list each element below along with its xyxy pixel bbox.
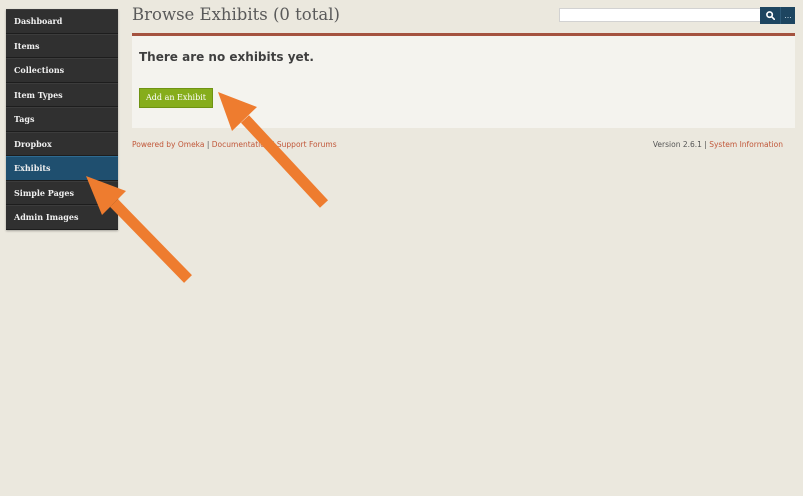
sidebar-item-tags[interactable]: Tags xyxy=(6,107,118,132)
search-input[interactable] xyxy=(559,8,760,22)
system-information-link[interactable]: System Information xyxy=(709,140,783,149)
sidebar-item-admin-images[interactable]: Admin Images xyxy=(6,205,118,230)
sidebar-item-simple-pages[interactable]: Simple Pages xyxy=(6,180,118,205)
support-forums-link[interactable]: Support Forums xyxy=(277,140,337,149)
documentation-link[interactable]: Documentation xyxy=(212,140,270,149)
footer-separator: | xyxy=(204,140,212,149)
search-icon xyxy=(765,11,775,20)
sidebar-item-dashboard[interactable]: Dashboard xyxy=(6,9,118,34)
exhibits-panel: There are no exhibits yet. Add an Exhibi… xyxy=(132,33,795,128)
sidebar-item-dropbox[interactable]: Dropbox xyxy=(6,131,118,156)
search-options-button[interactable]: ... xyxy=(780,7,795,24)
add-exhibit-button[interactable]: Add an Exhibit xyxy=(139,88,213,108)
sidebar-item-items[interactable]: Items xyxy=(6,33,118,58)
sidebar-nav: Dashboard Items Collections Item Types T… xyxy=(6,9,118,230)
footer-links: Powered by Omeka | Documentation | Suppo… xyxy=(132,140,337,149)
footer-separator: | xyxy=(269,140,277,149)
page-title: Browse Exhibits (0 total) xyxy=(132,5,340,24)
footer-version-info: Version 2.6.1 | System Information xyxy=(653,140,783,149)
sidebar-item-item-types[interactable]: Item Types xyxy=(6,82,118,107)
version-text: Version 2.6.1 xyxy=(652,140,702,149)
sidebar-item-collections[interactable]: Collections xyxy=(6,58,118,83)
search-button[interactable] xyxy=(760,7,780,24)
powered-by-omeka-link[interactable]: Powered by Omeka xyxy=(132,140,204,149)
empty-message: There are no exhibits yet. xyxy=(139,50,314,64)
sidebar-item-exhibits[interactable]: Exhibits xyxy=(6,156,118,181)
